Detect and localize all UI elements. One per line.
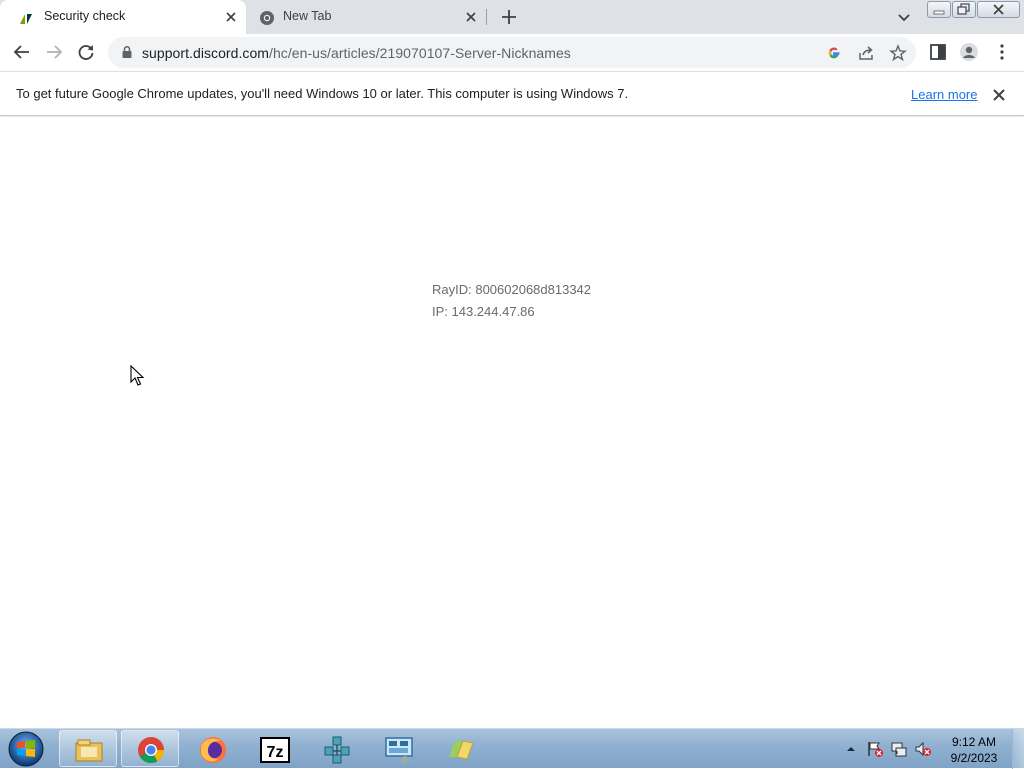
taskbar-7zip[interactable]: 7z	[245, 730, 303, 767]
back-arrow-icon[interactable]	[12, 42, 32, 62]
tab-security-check[interactable]: Security check	[0, 0, 246, 34]
tab-strip: Security check New Tab	[0, 0, 1024, 34]
window-close-button[interactable]	[977, 1, 1020, 18]
window-controls	[927, 1, 1021, 19]
google-translate-icon[interactable]	[825, 44, 843, 62]
taskbar-firefox[interactable]	[183, 730, 241, 767]
zendesk-icon	[20, 14, 32, 24]
lock-icon[interactable]	[120, 45, 134, 59]
side-panel-icon[interactable]	[928, 42, 948, 62]
tab-close-icon[interactable]	[463, 9, 479, 25]
url-text[interactable]: support.discord.com/hc/en-us/articles/21…	[142, 45, 571, 61]
action-center-flag-icon[interactable]	[866, 740, 884, 758]
ray-id-text: RayID: 800602068d813342	[432, 282, 592, 297]
taskbar-clock[interactable]: 9:12 AM 9/2/2023	[946, 734, 1002, 766]
chrome-icon	[260, 11, 274, 25]
windows-taskbar: 7z 9:12 AM 9/2/2023	[0, 728, 1024, 769]
update-infobar: To get future Google Chrome updates, you…	[0, 71, 1024, 116]
bookmark-star-icon[interactable]	[889, 44, 907, 62]
tab-close-icon[interactable]	[223, 9, 239, 25]
windows-start-button[interactable]	[6, 730, 46, 768]
volume-muted-icon[interactable]	[914, 740, 932, 758]
page-content: RayID: 800602068d813342 IP: 143.244.47.8…	[0, 117, 1024, 728]
taskbar-folder[interactable]	[431, 730, 489, 767]
address-bar[interactable]: support.discord.com/hc/en-us/articles/21…	[108, 37, 916, 68]
clock-time: 9:12 AM	[951, 735, 997, 749]
show-hidden-icons-icon[interactable]	[846, 744, 856, 754]
close-icon	[993, 4, 1004, 15]
learn-more-link[interactable]: Learn more	[911, 87, 977, 102]
tab-new-tab[interactable]: New Tab	[246, 0, 486, 34]
tab-separator	[486, 9, 487, 25]
svg-text:7z: 7z	[267, 744, 284, 761]
infobar-message: To get future Google Chrome updates, you…	[16, 86, 629, 101]
profile-avatar-icon[interactable]	[959, 42, 979, 62]
minimize-icon	[933, 10, 945, 15]
minimize-button[interactable]	[927, 1, 951, 18]
ip-address-text: IP: 143.244.47.86	[432, 304, 535, 319]
file-explorer-icon	[75, 739, 103, 762]
new-tab-plus-icon[interactable]	[498, 6, 520, 28]
chevron-down-icon[interactable]	[895, 8, 913, 26]
firefox-icon	[200, 737, 226, 763]
reload-icon[interactable]	[76, 42, 96, 62]
taskbar-file-explorer[interactable]	[59, 730, 117, 767]
share-icon[interactable]	[857, 44, 875, 62]
tab-title: New Tab	[283, 9, 332, 23]
7zip-icon: 7z	[260, 737, 290, 763]
kebab-menu-icon[interactable]	[992, 42, 1012, 62]
url-path: /hc/en-us/articles/219070107-Server-Nick…	[269, 45, 571, 61]
forward-arrow-icon[interactable]	[44, 42, 64, 62]
remote-desktop-icon	[385, 737, 413, 764]
browser-toolbar: support.discord.com/hc/en-us/articles/21…	[0, 34, 1024, 71]
restore-icon	[957, 3, 970, 15]
taskbar-remote-desktop[interactable]	[369, 730, 427, 767]
taskbar-network-tool[interactable]	[307, 730, 365, 767]
chrome-icon	[138, 737, 165, 764]
url-host: support.discord.com	[142, 45, 270, 61]
folder-icon	[449, 740, 474, 760]
close-icon[interactable]	[990, 86, 1008, 104]
tab-title: Security check	[44, 9, 126, 23]
network-tool-icon	[324, 736, 350, 764]
clock-date: 9/2/2023	[950, 751, 998, 765]
network-status-icon[interactable]	[890, 740, 908, 758]
mouse-cursor-icon	[130, 365, 145, 386]
taskbar-chrome[interactable]	[121, 730, 179, 767]
show-desktop-button[interactable]	[1012, 729, 1024, 769]
restore-button[interactable]	[952, 1, 976, 18]
